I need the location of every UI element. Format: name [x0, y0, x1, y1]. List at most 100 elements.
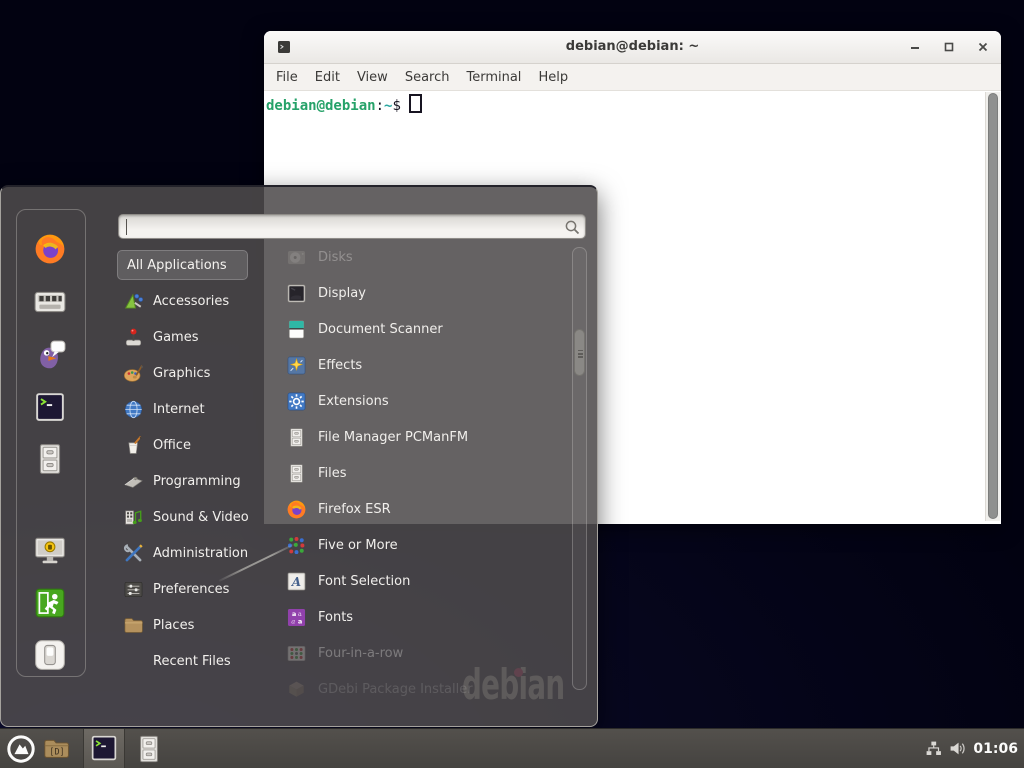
filter-all-applications[interactable]: All Applications [117, 250, 248, 280]
control-panel-icon [33, 285, 67, 319]
svg-text:a: a [298, 617, 302, 625]
app-effects[interactable]: Effects [286, 347, 572, 383]
app-label: Disks [318, 250, 353, 265]
category-places[interactable]: Places [117, 607, 285, 643]
app-label: File Manager PCManFM [318, 430, 468, 445]
app-label: Firefox ESR [318, 502, 391, 517]
menu-search-box[interactable] [118, 214, 586, 239]
network-tray-icon[interactable] [925, 740, 942, 757]
terminal-menu-file[interactable]: File [276, 70, 298, 85]
shut-down-button[interactable] [33, 638, 67, 672]
volume-tray-icon[interactable] [949, 740, 966, 757]
accessories-icon [123, 291, 144, 312]
app-font-selection[interactable]: AFont Selection [286, 563, 572, 599]
app-label: GDebi Package Installer [318, 682, 473, 697]
category-graphics[interactable]: Graphics [117, 355, 285, 391]
display-icon [286, 283, 307, 304]
terminal-menu-terminal[interactable]: Terminal [466, 70, 521, 85]
category-preferences[interactable]: Preferences [117, 571, 285, 607]
file-cabinet-icon [286, 427, 307, 448]
search-input[interactable] [127, 217, 557, 236]
category-office[interactable]: Office [117, 427, 285, 463]
terminal-titlebar[interactable]: debian@debian: ~ [264, 31, 1001, 64]
app-label: Five or More [318, 538, 398, 553]
system-tray: 01:06 [925, 729, 1018, 768]
apps-scrollbar[interactable] [572, 247, 587, 690]
maximize-button[interactable] [941, 39, 957, 55]
graphics-icon [123, 363, 144, 384]
terminal-prompt: debian@debian:~$ [266, 94, 422, 115]
app-label: Display [318, 286, 366, 301]
terminal-icon [89, 733, 119, 763]
effects-icon [286, 355, 307, 376]
prompt-user: debian@debian [266, 98, 376, 114]
sound-video-icon [123, 507, 144, 528]
app-file-manager-pcmanfm[interactable]: File Manager PCManFM [286, 419, 572, 455]
terminal-menu-view[interactable]: View [357, 70, 388, 85]
category-label: Administration [153, 546, 248, 561]
text-caret [126, 219, 127, 235]
svg-text:A: A [291, 575, 301, 589]
favorite-terminal-button[interactable] [33, 390, 67, 424]
category-label: Graphics [153, 366, 210, 381]
app-gdebi-package-installer[interactable]: GDebi Package Installer [286, 671, 572, 707]
apps-scrollbar-thumb[interactable] [574, 329, 585, 376]
favorite-settings-button[interactable] [33, 285, 67, 319]
category-sound-video[interactable]: Sound & Video [117, 499, 285, 535]
lock-screen-button[interactable] [33, 533, 67, 567]
category-programming[interactable]: Programming [117, 463, 285, 499]
terminal-cursor [409, 94, 422, 113]
application-menu: All Applications Accessories Games Graph… [0, 185, 598, 727]
taskbar-launcher-files[interactable] [134, 734, 164, 764]
app-display[interactable]: Display [286, 275, 572, 311]
category-label: Sound & Video [153, 510, 249, 525]
app-fonts[interactable]: a a a aFonts [286, 599, 572, 635]
category-internet[interactable]: Internet [117, 391, 285, 427]
clock: 01:06 [973, 741, 1018, 757]
shutdown-icon [33, 638, 67, 672]
disks-icon [286, 247, 307, 268]
category-label: Accessories [153, 294, 229, 309]
app-document-scanner[interactable]: Document Scanner [286, 311, 572, 347]
terminal-menu-edit[interactable]: Edit [315, 70, 340, 85]
taskbar-launcher-file-manager[interactable]: [D] [42, 734, 72, 764]
four-in-a-row-icon [286, 643, 307, 664]
category-label: Programming [153, 474, 241, 489]
application-list: Disks Display Document Scanner Effects E… [286, 239, 572, 707]
app-extensions[interactable]: Extensions [286, 383, 572, 419]
administration-icon [123, 543, 144, 564]
terminal-scrollbar[interactable] [985, 92, 1000, 521]
app-firefox-esr[interactable]: Firefox ESR [286, 491, 572, 527]
search-icon [564, 219, 580, 235]
category-games[interactable]: Games [117, 319, 285, 355]
favorite-firefox-button[interactable] [33, 232, 67, 266]
menu-button[interactable] [6, 734, 36, 764]
terminal-menu-help[interactable]: Help [538, 70, 568, 85]
font-selection-icon: A [286, 571, 307, 592]
preferences-icon [123, 579, 144, 600]
file-cabinet-icon [33, 442, 67, 476]
file-cabinet-icon [286, 463, 307, 484]
category-accessories[interactable]: Accessories [117, 283, 285, 319]
app-disks[interactable]: Disks [286, 239, 572, 275]
app-label: Effects [318, 358, 362, 373]
internet-icon [123, 399, 144, 420]
category-label: Games [153, 330, 198, 345]
close-button[interactable] [975, 39, 991, 55]
app-files[interactable]: Files [286, 455, 572, 491]
category-administration[interactable]: Administration [117, 535, 285, 571]
svg-text:[D]: [D] [49, 747, 64, 757]
favorite-files-button[interactable] [33, 442, 67, 476]
category-recent-files[interactable]: Recent Files [117, 643, 285, 679]
terminal-scrollbar-thumb[interactable] [988, 93, 998, 519]
prompt-symbol: $ [392, 98, 400, 114]
favorite-pidgin-button[interactable] [33, 338, 67, 372]
window-controls [907, 39, 991, 55]
terminal-menu-search[interactable]: Search [405, 70, 450, 85]
minimize-button[interactable] [907, 39, 923, 55]
app-five-or-more[interactable]: Five or More [286, 527, 572, 563]
log-out-button[interactable] [33, 586, 67, 620]
taskbar-terminal-active[interactable] [83, 729, 125, 768]
category-label: Places [153, 618, 194, 633]
app-four-in-a-row[interactable]: Four-in-a-row [286, 635, 572, 671]
